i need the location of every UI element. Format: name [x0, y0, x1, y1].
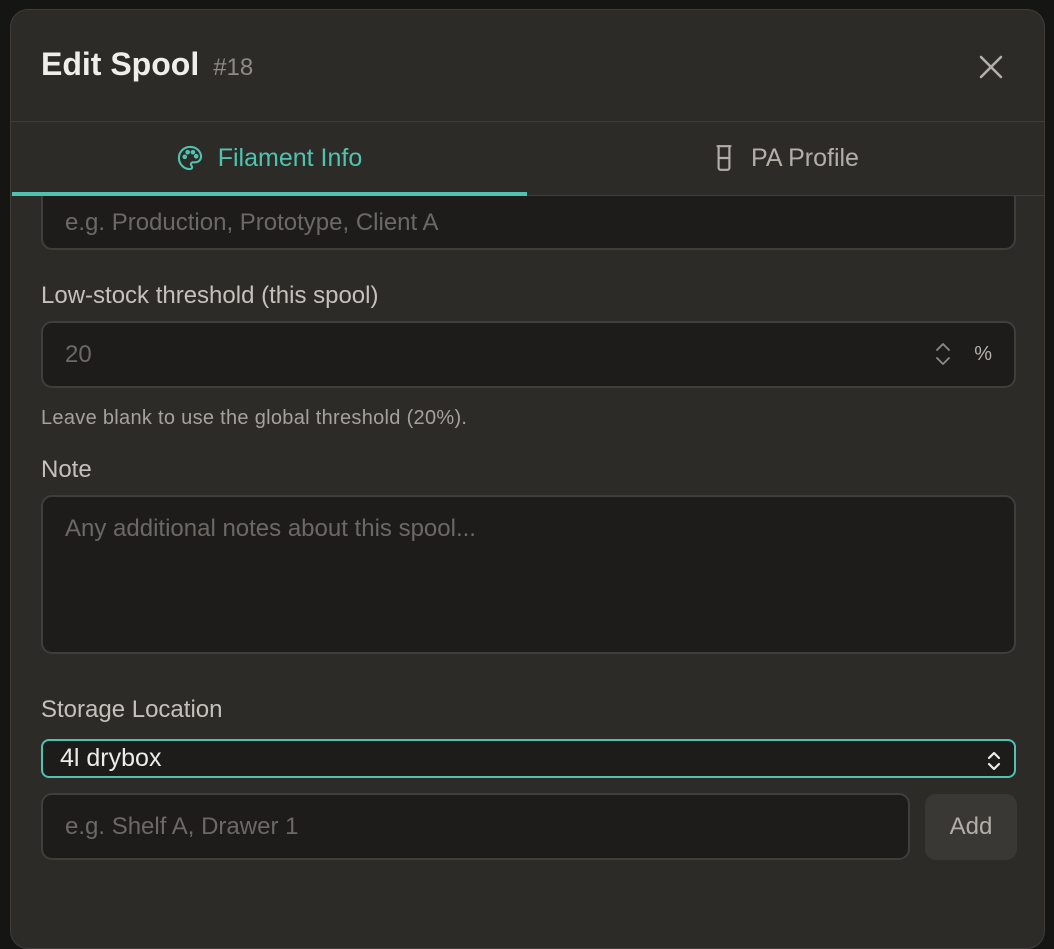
tab-bar: Filament Info PA Profile: [11, 121, 1044, 196]
dialog-title-text: Edit Spool: [41, 46, 200, 82]
note-label: Note: [41, 456, 92, 483]
threshold-label: Low-stock threshold (this spool): [41, 282, 379, 309]
tab-pa-profile-label: PA Profile: [751, 143, 859, 172]
spinner-arrows-icon[interactable]: [934, 339, 952, 369]
storage-location-select[interactable]: 4l drybox: [41, 739, 1016, 778]
dialog-title: Edit Spool #18: [41, 46, 253, 83]
select-arrows-icon: [987, 751, 1001, 771]
project-input[interactable]: e.g. Production, Prototype, Client A: [41, 196, 1016, 250]
project-input-placeholder: e.g. Production, Prototype, Client A: [65, 209, 439, 236]
note-textarea[interactable]: Any additional notes about this spool...: [41, 495, 1016, 654]
note-textarea-placeholder: Any additional notes about this spool...: [65, 515, 476, 542]
tab-pa-profile[interactable]: PA Profile: [527, 121, 1043, 195]
new-location-placeholder: e.g. Shelf A, Drawer 1: [65, 812, 299, 840]
palette-icon: [177, 145, 202, 171]
beaker-icon: [716, 145, 732, 171]
threshold-input-placeholder: 20: [65, 340, 92, 368]
threshold-input[interactable]: 20 %: [41, 321, 1016, 388]
edit-spool-dialog: Edit Spool #18 Filament Info PA Profile …: [10, 9, 1045, 949]
close-icon: [979, 55, 1003, 79]
add-location-button[interactable]: Add: [925, 794, 1017, 860]
storage-location-selected: 4l drybox: [60, 744, 162, 772]
dialog-header: Edit Spool #18: [11, 10, 1044, 122]
tab-filament-info-label: Filament Info: [217, 143, 363, 172]
storage-location-label: Storage Location: [41, 696, 223, 723]
dialog-body: e.g. Production, Prototype, Client A Low…: [11, 196, 1044, 948]
tab-filament-info[interactable]: Filament Info: [11, 121, 527, 196]
threshold-unit: %: [974, 343, 992, 365]
new-location-input[interactable]: e.g. Shelf A, Drawer 1: [41, 793, 910, 860]
threshold-help-text: Leave blank to use the global threshold …: [41, 407, 468, 429]
close-button[interactable]: [976, 52, 1006, 82]
spool-id: #18: [213, 54, 254, 81]
